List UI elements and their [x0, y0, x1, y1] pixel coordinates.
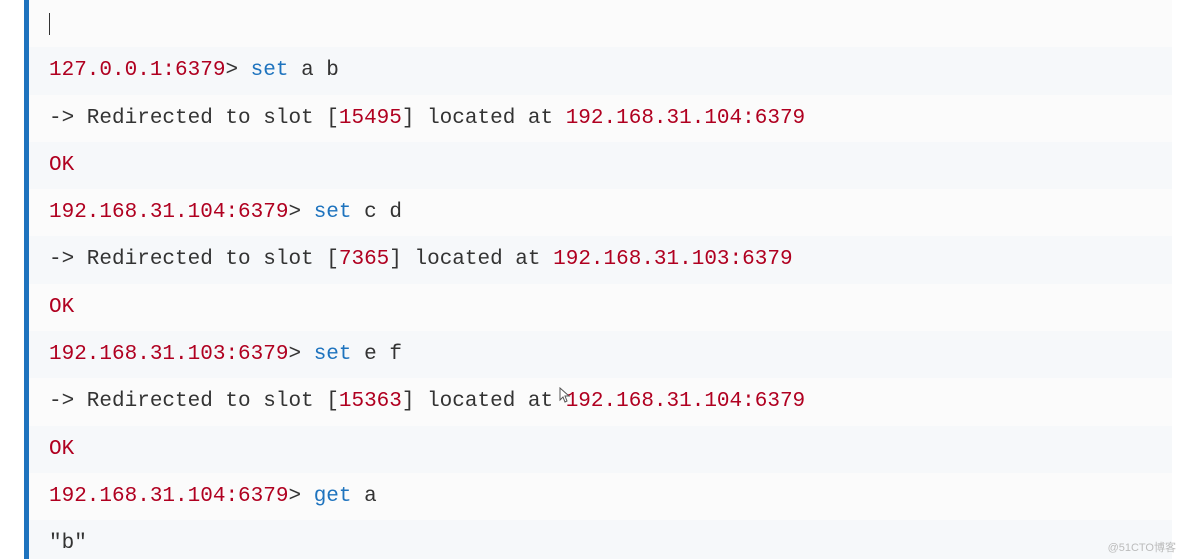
port: 6379	[238, 343, 288, 366]
watermark: @51CTO博客	[1108, 539, 1176, 555]
redirect-mid: ] located at	[402, 390, 566, 413]
host: 192.168.31.104	[49, 485, 225, 508]
args: a b	[301, 59, 339, 82]
redirect-prefix: -> Redirected to slot [	[49, 107, 339, 130]
ok-response: OK	[49, 296, 74, 319]
text-cursor	[49, 13, 50, 35]
redirect-prefix: -> Redirected to slot [	[49, 248, 339, 271]
slot-number: 15363	[339, 390, 402, 413]
terminal-line: -> Redirected to slot [15363] located at…	[29, 378, 1172, 425]
terminal-line: OK	[29, 426, 1172, 473]
command: set	[251, 59, 289, 82]
terminal-line: 192.168.31.104:6379> set c d	[29, 189, 1172, 236]
command: set	[314, 201, 352, 224]
result-value: "b"	[49, 532, 87, 555]
ok-response: OK	[49, 154, 74, 177]
redirect-prefix: -> Redirected to slot [	[49, 390, 339, 413]
redirect-target: 192.168.31.104:6379	[566, 390, 805, 413]
terminal-line: -> Redirected to slot [7365] located at …	[29, 236, 1172, 283]
command: get	[314, 485, 352, 508]
args: c d	[364, 201, 402, 224]
terminal-line: OK	[29, 284, 1172, 331]
terminal-line: 192.168.31.103:6379> set e f	[29, 331, 1172, 378]
port: 6379	[238, 201, 288, 224]
terminal-line: "b"	[29, 520, 1172, 559]
terminal-line: 127.0.0.1:6379> set a b	[29, 47, 1172, 94]
ok-response: OK	[49, 438, 74, 461]
redirect-target: 192.168.31.104:6379	[566, 107, 805, 130]
terminal-output: 127.0.0.1:6379> set a b -> Redirected to…	[24, 0, 1172, 559]
port: 6379	[175, 59, 225, 82]
terminal-line	[29, 0, 1172, 47]
args: e f	[364, 343, 402, 366]
host: 192.168.31.103	[49, 343, 225, 366]
terminal-line: 192.168.31.104:6379> get a	[29, 473, 1172, 520]
terminal-line: -> Redirected to slot [15495] located at…	[29, 95, 1172, 142]
host: 127.0.0.1	[49, 59, 162, 82]
redirect-target: 192.168.31.103:6379	[553, 248, 792, 271]
slot-number: 7365	[339, 248, 389, 271]
redirect-mid: ] located at	[389, 248, 553, 271]
host: 192.168.31.104	[49, 201, 225, 224]
port: 6379	[238, 485, 288, 508]
args: a	[364, 485, 377, 508]
redirect-mid: ] located at	[402, 107, 566, 130]
command: set	[314, 343, 352, 366]
terminal-line: OK	[29, 142, 1172, 189]
slot-number: 15495	[339, 107, 402, 130]
